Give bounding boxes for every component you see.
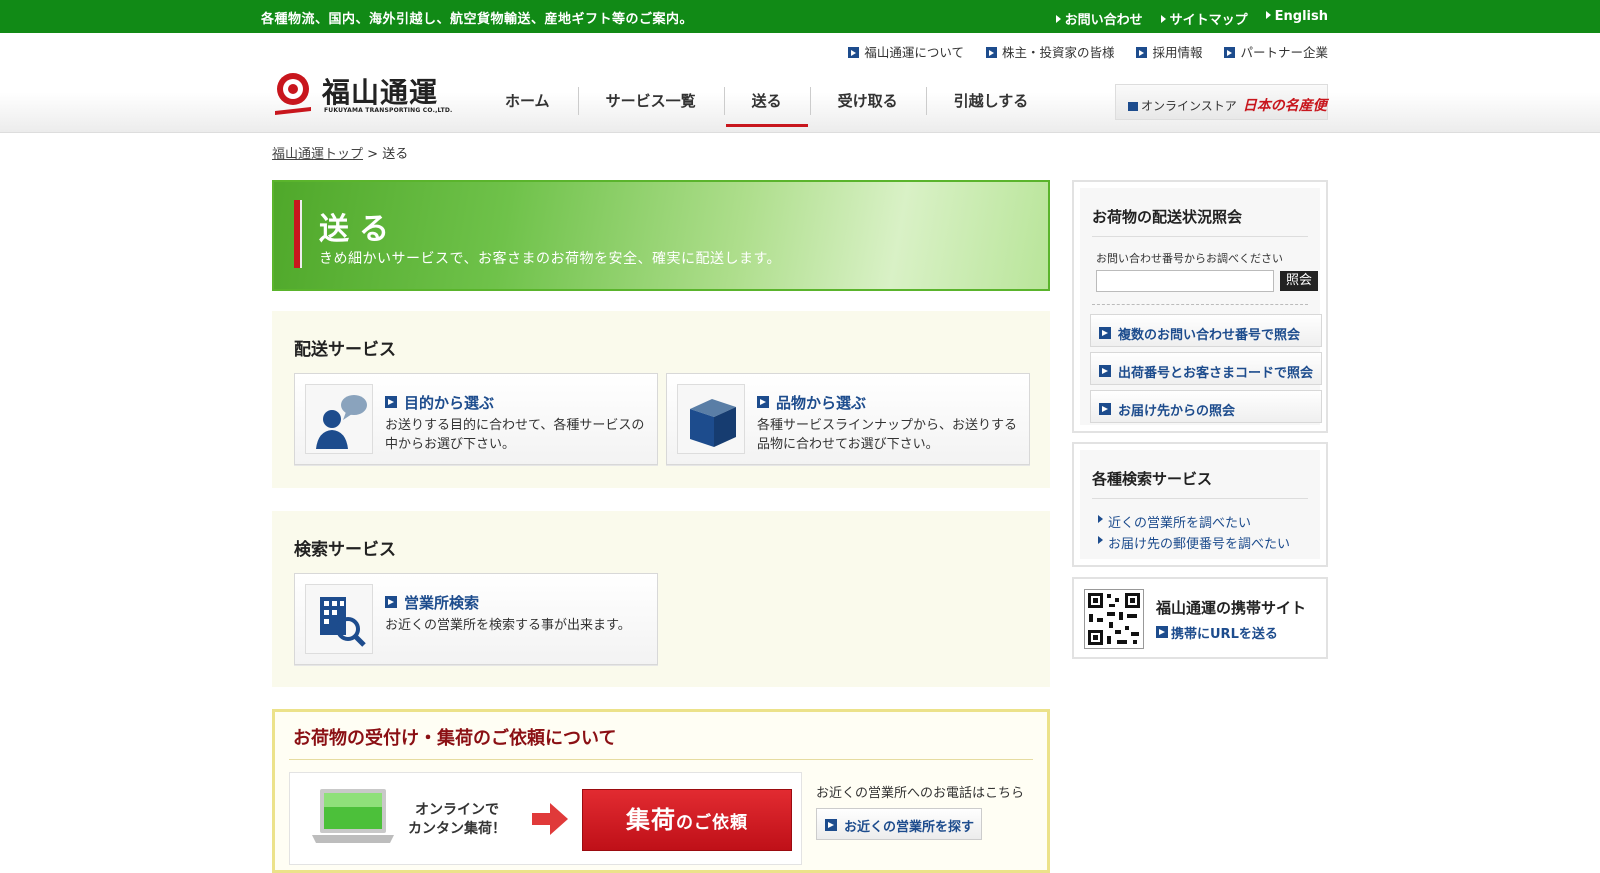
tracking-box: お荷物の配送状況照会 お問い合わせ番号からお調べください 照会 複数のお問い合わ… [1072,180,1328,433]
online-pickup-banner[interactable]: オンラインで カンタン集荷！ 集荷のご依頼 [289,772,802,865]
divider [1092,236,1308,237]
contact-link[interactable]: お問い合わせ [1055,9,1143,28]
tracking-submit-button[interactable]: 照会 [1280,271,1318,291]
breadcrumb-current: 送る [382,147,409,162]
arrow-square-icon [757,396,769,408]
box-icon [677,384,745,454]
investors-link[interactable]: 株主・投資家の皆様 [985,42,1114,61]
section-heading: 検索サービス [294,540,396,560]
company-logo[interactable]: 福山通運 FUKUYAMA TRANSPORTING CO.,LTD. [273,71,453,117]
multi-number-track-button[interactable]: 複数のお問い合わせ番号で照会 [1090,314,1322,347]
online-text: オンラインで カンタン集荷！ [408,802,506,837]
search-links-inner: 各種検索サービス 近くの営業所を調べたい お届け先の郵便番号を調べたい [1080,450,1320,559]
card-description: お近くの営業所を検索する事が出来ます。 [385,618,631,633]
pickup-heading: お荷物の受付け・集荷のご依頼について [293,728,617,749]
tracking-note: お問い合わせ番号からお調べください [1096,252,1283,265]
breadcrumb-home[interactable]: 福山通運トップ [272,147,363,162]
pickup-request-box: お荷物の受付け・集荷のご依頼について オンラインで カンタン集荷！ 集荷のご依頼… [272,709,1050,873]
send-url-to-mobile-link[interactable]: 携帯にURLを送る [1156,623,1278,642]
card-title: 品物から選ぶ [757,392,866,413]
arrow-square-icon [985,47,997,58]
choose-by-purpose-card[interactable]: 目的から選ぶ お送りする目的に合わせて、各種サービスの中からお選び下さい。 [294,373,658,465]
card-description: お送りする目的に合わせて、各種サービスの中からお選び下さい。 [385,418,645,452]
mobile-site-box: 福山通運の携帯サイト 携帯にURLを送る [1072,577,1328,659]
search-links-box: 各種検索サービス 近くの営業所を調べたい お届け先の郵便番号を調べたい [1072,442,1328,567]
arrow-square-icon [825,819,837,831]
partner-link[interactable]: パートナー企業 [1224,42,1328,61]
page-title: 送る [319,212,399,247]
choose-by-item-card[interactable]: 品物から選ぶ 各種サービスラインナップから、お送りする品物に合わせてお選び下さい… [666,373,1030,465]
postal-code-link[interactable]: お届け先の郵便番号を調べたい [1097,533,1290,552]
about-link[interactable]: 福山通運について [848,42,964,61]
destination-track-button[interactable]: お届け先からの照会 [1090,390,1322,423]
logo-mark-icon [275,73,311,115]
mobile-site-title: 福山通運の携帯サイト [1156,599,1307,617]
search-links-heading: 各種検索サービス [1092,470,1213,488]
arrow-square-icon [1099,403,1111,415]
nav-send[interactable]: 送る [723,85,810,127]
phone-text: お近くの営業所へのお電話はこちら [816,786,1025,801]
site-tagline: 各種物流、国内、海外引越し、航空貨物輸送、産地ギフト等のご案内。 [261,12,694,27]
card-description: 各種サービスラインナップから、お送りする品物に合わせてお選び下さい。 [757,418,1018,452]
corporate-links: 福山通運について 株主・投資家の皆様 採用情報 パートナー企業 [848,42,1328,61]
nav-moving[interactable]: 引越しする [925,85,1057,127]
logo-subtitle: FUKUYAMA TRANSPORTING CO.,LTD. [324,107,453,114]
sitemap-link[interactable]: サイトマップ [1160,9,1248,28]
hero-accent-bar [294,200,302,268]
person-speech-icon [305,384,373,454]
arrow-square-icon [1099,365,1111,377]
nav-home[interactable]: ホーム [477,85,578,127]
arrow-square-icon [1136,47,1148,58]
header: 福山通運について 株主・投資家の皆様 採用情報 パートナー企業 福山通運 FUK… [0,33,1600,133]
search-services-section: 検索サービス 営業所検索 お近くの営業所を検索する事が出来ます。 [272,511,1050,687]
laptop-icon [312,789,394,843]
divider [1092,304,1308,305]
divider [289,759,1033,760]
arrow-square-icon [1224,47,1236,58]
top-bar: 各種物流、国内、海外引越し、航空貨物輸送、産地ギフト等のご案内。 お問い合わせ … [0,0,1600,33]
shipment-code-track-button[interactable]: 出荷番号とお客さまコードで照会 [1090,352,1322,385]
page-hero: 送る きめ細かいサービスで、お客さまのお荷物を安全、確実に配送します。 [272,180,1050,291]
tracking-number-input[interactable] [1096,270,1274,292]
arrow-square-icon [385,396,397,408]
page-subtitle: きめ細かいサービスで、お客さまのお荷物を安全、確実に配送します。 [319,251,782,267]
recruit-link[interactable]: 採用情報 [1136,42,1202,61]
triangle-icon [1265,11,1271,19]
office-search-card[interactable]: 営業所検索 お近くの営業所を検索する事が出来ます。 [294,573,658,665]
triangle-icon [1055,15,1061,23]
find-office-button[interactable]: お近くの営業所を探す [816,808,982,840]
nav-services[interactable]: サービス一覧 [577,85,724,127]
building-search-icon [305,584,373,654]
arrow-square-icon [385,596,397,608]
card-title: 営業所検索 [385,592,479,613]
global-nav: ホーム サービス一覧 送る 受け取る 引越しする [477,85,1056,127]
pickup-request-button[interactable]: 集荷のご依頼 [582,789,792,851]
online-store-banner[interactable]: オンラインストア 日本の名産便 [1115,84,1328,120]
nav-receive[interactable]: 受け取る [809,85,926,127]
card-title: 目的から選ぶ [385,392,494,413]
right-arrow-icon [532,803,568,835]
divider [1092,498,1308,499]
arrow-square-icon [1099,327,1111,339]
tracking-inner: お荷物の配送状況照会 お問い合わせ番号からお調べください 照会 複数のお問い合わ… [1080,188,1322,425]
logo-name: 福山通運 [322,76,439,109]
english-link[interactable]: English [1265,9,1328,28]
breadcrumb-separator: > [367,147,379,162]
arrow-square-icon [848,47,860,58]
nearby-office-link[interactable]: 近くの営業所を調べたい [1097,512,1251,531]
book-icon [1128,102,1138,111]
tracking-heading: お荷物の配送状況照会 [1092,208,1243,226]
top-links: お問い合わせ サイトマップ English [1055,9,1328,28]
breadcrumb: 福山通運トップ > 送る [272,143,408,162]
section-heading: 配送サービス [294,340,396,360]
arrow-square-icon [1156,626,1168,638]
delivery-services-section: 配送サービス 目的から選ぶ お送りする目的に合わせて、各種サービスの中からお選び… [272,311,1050,488]
qr-code-icon [1084,589,1144,649]
store-brand-logo: 日本の名産便 [1242,98,1327,114]
triangle-icon [1160,15,1166,23]
